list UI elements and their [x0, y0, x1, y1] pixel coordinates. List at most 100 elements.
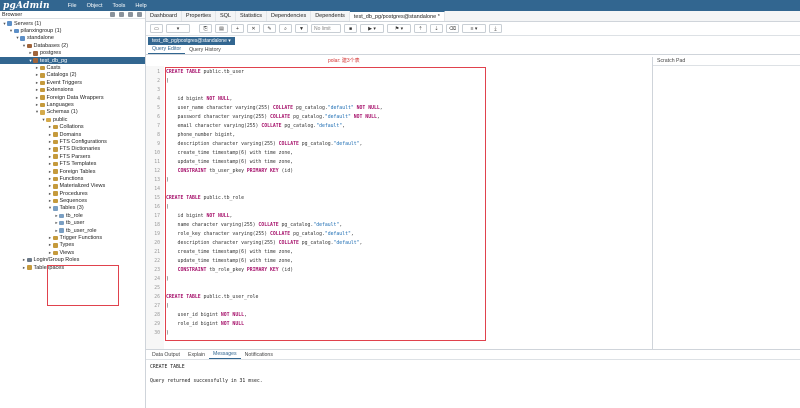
tree-node[interactable]: ▸ Procedures [0, 190, 145, 197]
chevron-right-icon[interactable]: ▸ [22, 265, 27, 271]
stop-icon[interactable]: ■ [344, 24, 357, 33]
download-icon[interactable]: ⤓ [489, 24, 502, 33]
tab-sql[interactable]: SQL [216, 11, 237, 21]
tab-explain[interactable]: Explain [184, 352, 209, 359]
add-row-icon[interactable]: + [231, 24, 244, 33]
tree-node[interactable]: ▸ Extensions [0, 87, 145, 94]
tree-node[interactable]: ▾ public [0, 116, 145, 123]
chevron-right-icon[interactable]: ▸ [48, 161, 53, 167]
tree-node[interactable]: ▾ standalone [0, 35, 145, 42]
chevron-down-icon[interactable]: ▾ [48, 205, 53, 211]
chevron-right-icon[interactable]: ▸ [35, 72, 40, 78]
tree-node[interactable]: ▸ Foreign Tables [0, 168, 145, 175]
tree-node[interactable]: ▸ FTS Dictionaries [0, 146, 145, 153]
tree-node[interactable]: ▸ tb_user_role [0, 227, 145, 234]
database-icon[interactable] [110, 12, 115, 17]
tree-node[interactable]: ▸ tb_role [0, 212, 145, 219]
menu-file[interactable]: File [68, 3, 77, 9]
tab-query-editor[interactable]: Query Editor [148, 46, 186, 54]
filter-icon[interactable]: ▼ [295, 24, 308, 33]
tree-node[interactable]: ▾ pilanxingroup (1) [0, 27, 145, 34]
tree-node[interactable]: ▸ Collations [0, 123, 145, 130]
tree-node[interactable]: ▸ FTS Templates [0, 160, 145, 167]
tab-data-output[interactable]: Data Output [148, 352, 184, 359]
sql-editor[interactable]: 1 CREATE TABLE public.tb_user 2(3 4 id bigi… [146, 66, 652, 349]
tab-query-history[interactable]: Query History [185, 47, 225, 54]
tree-node[interactable]: ▸ Trigger Functions [0, 234, 145, 241]
tree-node[interactable]: ▸ tb_user [0, 220, 145, 227]
save-file-icon[interactable]: ▾ [166, 24, 190, 33]
tree-node[interactable]: ▸ Domains [0, 131, 145, 138]
tab-test-db-pg-postgres-standalone[interactable]: test_db_pg/postgres@standalone * [349, 11, 445, 21]
tree-node[interactable]: ▸ Types [0, 242, 145, 249]
chevron-right-icon[interactable]: ▸ [48, 235, 53, 241]
tab-dependents[interactable]: Dependents [311, 11, 350, 21]
chevron-right-icon[interactable]: ▸ [35, 65, 40, 71]
chevron-down-icon[interactable]: ▾ [9, 28, 14, 34]
terminal-icon[interactable] [137, 12, 142, 17]
tree-node[interactable]: ▸ Foreign Data Wrappers [0, 94, 145, 101]
chevron-right-icon[interactable]: ▸ [48, 124, 53, 130]
tree-node[interactable]: ▸ Casts [0, 64, 145, 71]
chevron-right-icon[interactable]: ▸ [48, 154, 53, 160]
tree-node[interactable]: ▾ Tables (3) [0, 205, 145, 212]
tree-node[interactable]: ▸ FTS Configurations [0, 138, 145, 145]
chevron-right-icon[interactable]: ▸ [48, 198, 53, 204]
chevron-right-icon[interactable]: ▸ [22, 257, 27, 263]
chevron-right-icon[interactable]: ▸ [48, 146, 53, 152]
chevron-right-icon[interactable]: ▸ [48, 176, 53, 182]
chevron-right-icon[interactable]: ▸ [48, 139, 53, 145]
menu-object[interactable]: Object [87, 3, 103, 9]
tree-node[interactable]: ▸ Event Triggers [0, 79, 145, 86]
tab-properties[interactable]: Properties [182, 11, 216, 21]
tab-statistics[interactable]: Statistics [236, 11, 268, 21]
tree-node[interactable]: ▸ Functions [0, 175, 145, 182]
scratch-pad[interactable]: Scratch Pad [652, 57, 800, 349]
tab-notifications[interactable]: Notifications [241, 352, 277, 359]
explain-icon[interactable]: ⚑ ▾ [387, 24, 411, 33]
chevron-right-icon[interactable]: ▸ [35, 95, 40, 101]
chevron-right-icon[interactable]: ▸ [35, 87, 40, 93]
tree-node[interactable]: ▸ Login/Group Roles [0, 257, 145, 264]
edit-icon[interactable]: ✎ [263, 24, 276, 33]
filter-icon[interactable] [128, 12, 133, 17]
paste-icon[interactable]: ▤ [215, 24, 228, 33]
tab-dashboard[interactable]: Dashboard [146, 11, 182, 21]
rollback-icon[interactable]: ⇣ [430, 24, 443, 33]
tab-dependencies[interactable]: Dependencies [267, 11, 312, 21]
tree-node[interactable]: ▾ test_db_pg [0, 56, 145, 65]
table-icon[interactable] [119, 12, 124, 17]
tree-node[interactable]: ▾ Schemas (1) [0, 109, 145, 116]
open-file-icon[interactable]: ▭ [150, 24, 163, 33]
tree-node[interactable]: ▸ Languages [0, 101, 145, 108]
menu-help[interactable]: Help [135, 3, 146, 9]
chevron-right-icon[interactable]: ▸ [35, 80, 40, 86]
tree-node[interactable]: ▸ Views [0, 249, 145, 256]
copy-icon[interactable]: ⎘ [199, 24, 212, 33]
tab-messages[interactable]: Messages [209, 351, 241, 359]
tree-node[interactable]: ▸ FTS Parsers [0, 153, 145, 160]
chevron-right-icon[interactable]: ▸ [48, 250, 53, 256]
chevron-right-icon[interactable]: ▸ [35, 102, 40, 108]
delete-row-icon[interactable]: ✕ [247, 24, 260, 33]
tree-node[interactable]: ▸ Sequences [0, 197, 145, 204]
execute-icon[interactable]: ▶ ▾ [360, 24, 384, 33]
chevron-right-icon[interactable]: ▸ [48, 191, 53, 197]
chevron-down-icon[interactable]: ▾ [35, 109, 40, 115]
commit-icon[interactable]: ⇡ [414, 24, 427, 33]
clear-icon[interactable]: ⌫ [446, 24, 459, 33]
row-limit-select[interactable]: No limit [311, 24, 341, 33]
chevron-right-icon[interactable]: ▸ [48, 169, 53, 175]
chevron-right-icon[interactable]: ▸ [48, 242, 53, 248]
tree-node[interactable]: ▸ Materialized Views [0, 183, 145, 190]
chevron-down-icon[interactable]: ▾ [22, 43, 27, 49]
menu-tools[interactable]: Tools [113, 3, 126, 9]
find-icon[interactable]: ⌕ [279, 24, 292, 33]
tree-node[interactable]: ▸ Catalogs (2) [0, 72, 145, 79]
chevron-right-icon[interactable]: ▸ [48, 183, 53, 189]
tree-node[interactable]: ▾ Servers (1) [0, 20, 145, 27]
macro-icon[interactable]: ≡ ▾ [462, 24, 486, 33]
tree-node[interactable]: ▾ Databases (2) [0, 42, 145, 49]
chevron-right-icon[interactable]: ▸ [48, 132, 53, 138]
tree-node[interactable]: ▸ postgres [0, 50, 145, 57]
